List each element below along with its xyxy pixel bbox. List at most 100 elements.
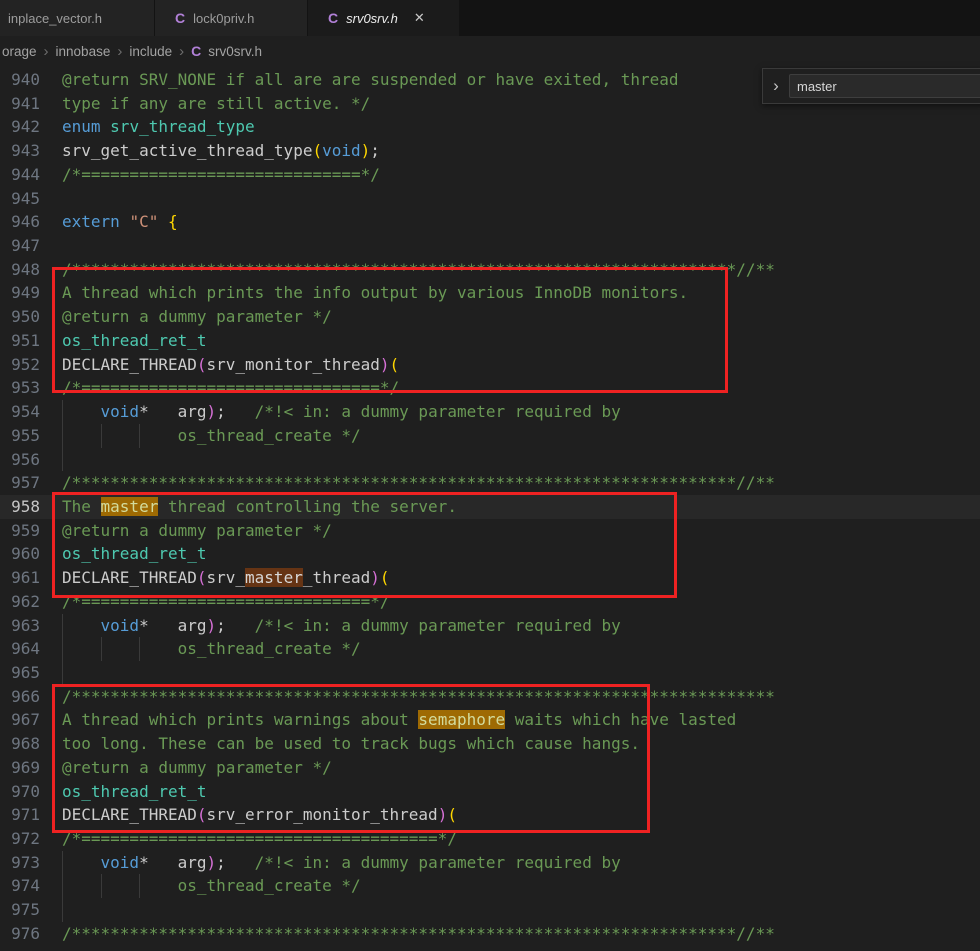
code-segment: thread controlling the server. xyxy=(158,496,457,516)
tab-srv0srv[interactable]: C srv0srv.h ✕ xyxy=(308,0,460,36)
code-line[interactable]: 965 xyxy=(0,660,980,685)
code-segment: DECLARE_THREAD xyxy=(62,354,197,374)
code-segment: /*===============================*/ xyxy=(62,378,400,398)
code-line[interactable]: 971 DECLARE_THREAD(srv_error_monitor_thre… xyxy=(0,803,980,827)
code-text: DECLARE_THREAD(srv_error_monitor_thread)… xyxy=(62,803,457,827)
code-text: A thread which prints warnings about sem… xyxy=(62,708,736,732)
code-line[interactable]: 960 os_thread_ret_t xyxy=(0,542,980,566)
code-line[interactable]: 977 Purge coordinator thread that schedul… xyxy=(0,946,980,951)
indent-guide xyxy=(100,423,102,448)
tab-label: srv0srv.h xyxy=(346,10,398,26)
code-segment: waits which have lasted xyxy=(505,710,737,730)
indent-guide xyxy=(62,447,63,472)
code-segment: semaphore xyxy=(418,710,506,730)
code-segment: too long. These can be used to track bug… xyxy=(62,734,640,754)
code-line[interactable]: 943 srv_get_active_thread_type(void); xyxy=(0,139,980,163)
code-line[interactable]: 972 /*===================================… xyxy=(0,827,980,851)
code-text: /***************************************… xyxy=(62,685,775,709)
code-segment: /***************************************… xyxy=(62,686,775,706)
code-segment: os_thread_create */ xyxy=(62,425,361,445)
close-icon[interactable]: ✕ xyxy=(414,10,425,26)
code-line[interactable]: 969 @return a dummy parameter */ xyxy=(0,756,980,780)
code-segment: A thread which prints the info output by… xyxy=(62,283,689,303)
code-segment: ) xyxy=(379,354,390,374)
code-line[interactable]: 951 os_thread_ret_t xyxy=(0,329,980,353)
code-segment: /*!< in: a dummy parameter required by xyxy=(254,402,621,422)
code-line[interactable]: 955 os_thread_create */ xyxy=(0,423,980,448)
code-line[interactable]: 961 DECLARE_THREAD(srv_master_thread)( xyxy=(0,566,980,590)
code-segment: type if any are still active. */ xyxy=(62,93,371,113)
code-line[interactable]: 942 enum srv_thread_type xyxy=(0,115,980,139)
code-line[interactable]: 947 xyxy=(0,234,980,258)
indent-guide xyxy=(62,637,63,661)
line-number: 944 xyxy=(11,164,40,184)
indent-guide xyxy=(139,423,141,448)
find-input[interactable] xyxy=(789,74,980,98)
code-segment: void xyxy=(322,141,361,161)
code-segment: srv_get_active_thread_type xyxy=(62,141,313,161)
code-segment: _thread xyxy=(302,568,371,588)
code-line[interactable]: 966 /************************************… xyxy=(0,685,980,709)
code-line[interactable]: 953 /*===============================*/ xyxy=(0,376,980,400)
code-text: type if any are still active. */ xyxy=(62,92,370,116)
code-segment: /***************************************… xyxy=(62,923,775,943)
c-language-icon: C xyxy=(191,43,202,59)
code-segment: srv_monitor_thread xyxy=(206,354,380,374)
code-segment: ; xyxy=(216,402,255,422)
code-line[interactable]: 962 /*==============================*/ xyxy=(0,590,980,614)
code-line[interactable]: 952 DECLARE_THREAD(srv_monitor_thread)( xyxy=(0,353,980,377)
code-line[interactable]: 957 /************************************… xyxy=(0,471,980,495)
breadcrumb-item-storage[interactable]: orage xyxy=(2,44,37,59)
code-line[interactable]: 975 xyxy=(0,898,980,922)
code-text: The master thread controlling the server… xyxy=(62,495,457,519)
vscode-window: inplace_vector.h C lock0priv.h C srv0srv… xyxy=(0,0,980,951)
tab-lock0priv[interactable]: C lock0priv.h xyxy=(155,0,308,36)
code-text: /***************************************… xyxy=(62,258,775,282)
code-line[interactable]: 949 A thread which prints the info output… xyxy=(0,281,980,305)
toggle-replace-chevron-icon[interactable]: › xyxy=(763,76,789,96)
code-line[interactable]: 954 void* arg); /*!< in: a dummy paramet… xyxy=(0,400,980,424)
code-segment: * arg xyxy=(139,852,207,872)
code-line[interactable]: 970 os_thread_ret_t xyxy=(0,780,980,804)
line-number: 954 xyxy=(11,402,40,422)
breadcrumb-item-innobase[interactable]: innobase xyxy=(56,44,111,59)
code-line[interactable]: 950 @return a dummy parameter */ xyxy=(0,305,980,329)
code-segment: ) xyxy=(370,568,380,588)
code-line[interactable]: 959 @return a dummy parameter */ xyxy=(0,519,980,543)
code-segment: ( xyxy=(447,805,457,825)
line-number: 948 xyxy=(11,259,40,279)
code-editor[interactable]: 940 @return SRV_NONE if all are are suspe… xyxy=(0,66,980,951)
line-number: 968 xyxy=(11,734,40,754)
line-number: 973 xyxy=(11,852,40,872)
code-text: srv_get_active_thread_type(void); xyxy=(62,139,380,163)
code-line[interactable]: 964 os_thread_create */ xyxy=(0,637,980,661)
code-line[interactable]: 963 void* arg); /*!< in: a dummy paramet… xyxy=(0,613,980,638)
code-segment: * arg xyxy=(139,402,207,422)
line-number: 951 xyxy=(11,330,40,350)
code-line[interactable]: 945 xyxy=(0,187,980,211)
code-line[interactable]: 958 The master thread controlling the ser… xyxy=(0,494,980,519)
c-language-icon: C xyxy=(175,10,186,26)
code-line[interactable]: 946 extern "C" { xyxy=(0,210,980,234)
code-segment: ) xyxy=(437,805,448,825)
line-number: 961 xyxy=(11,568,40,588)
code-segment: DECLARE_THREAD xyxy=(62,568,197,588)
code-text: DECLARE_THREAD(srv_monitor_thread)( xyxy=(62,353,399,377)
chevron-right-icon: › xyxy=(117,42,123,60)
code-line[interactable]: 973 void* arg); /*!< in: a dummy paramet… xyxy=(0,850,980,875)
code-text: enum srv_thread_type xyxy=(62,115,255,139)
code-line[interactable]: 976 /************************************… xyxy=(0,922,980,946)
code-line[interactable]: 948 /************************************… xyxy=(0,258,980,282)
code-line[interactable]: 944 /*=============================*/ xyxy=(0,163,980,187)
code-text: @return a dummy parameter */ xyxy=(62,756,332,780)
tab-inplace-vector[interactable]: inplace_vector.h xyxy=(0,0,155,36)
code-line[interactable]: 967 A thread which prints warnings about … xyxy=(0,708,980,732)
code-line[interactable]: 956 xyxy=(0,447,980,472)
breadcrumb-item-file[interactable]: srv0srv.h xyxy=(208,44,262,59)
code-line[interactable]: 974 os_thread_create */ xyxy=(0,874,980,899)
code-line[interactable]: 968 too long. These can be used to track … xyxy=(0,732,980,756)
line-number: 962 xyxy=(11,591,40,611)
code-segment: extern xyxy=(62,212,120,232)
breadcrumb-item-include[interactable]: include xyxy=(129,44,172,59)
